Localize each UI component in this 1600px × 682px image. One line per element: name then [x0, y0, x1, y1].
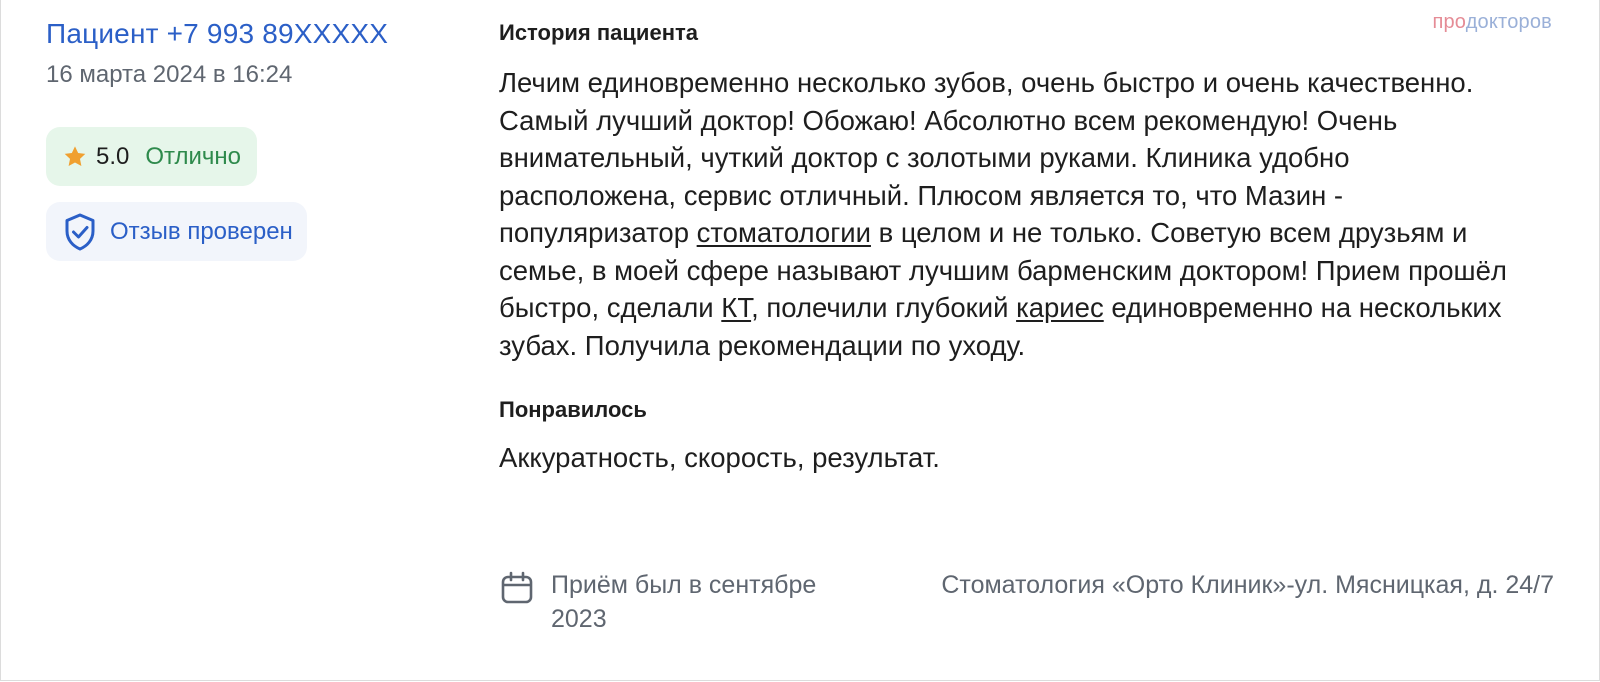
verified-label: Отзыв проверен — [110, 217, 293, 245]
visit-date: Приём был в сентябре 2023 — [499, 568, 851, 636]
liked-text: Аккуратность, скорость, результат. — [499, 442, 940, 473]
story-title: История пациента — [499, 20, 698, 45]
story-text: Лечим единовременно несколько зубов, оче… — [499, 64, 1529, 364]
author-name-link[interactable]: Пациент +7 993 89XXXXX — [46, 16, 388, 52]
review-date: 16 марта 2024 в 16:24 — [46, 61, 293, 88]
link-karies[interactable]: кариес — [1016, 292, 1104, 323]
verified-badge[interactable]: Отзыв проверен — [46, 202, 307, 261]
rating-label: Отлично — [145, 142, 242, 170]
review-card: Пациент +7 993 89XXXXX 16 марта 2024 в 1… — [0, 0, 1600, 681]
rating-badge: 5.0 Отлично — [46, 127, 258, 186]
liked-title: Понравилось — [499, 397, 647, 422]
clinic-address[interactable]: Стоматология «Орто Клиник»-ул. Мясницкая… — [934, 568, 1554, 602]
link-stomatologii[interactable]: стоматологии — [697, 217, 871, 248]
visit-text: Приём был в сентябре 2023 — [551, 571, 817, 633]
story-text-part: , полечили глубокий — [751, 292, 1017, 323]
link-kt[interactable]: КТ — [721, 292, 751, 323]
rating-score: 5.0 — [96, 142, 130, 170]
shield-check-icon — [65, 213, 95, 250]
calendar-icon — [501, 571, 533, 604]
star-icon — [64, 145, 86, 166]
review-author-column: Пациент +7 993 89XXXXX 16 марта 2024 в 1… — [46, 16, 446, 261]
review-meta: Приём был в сентябре 2023 Стоматология «… — [499, 568, 1554, 638]
review-content: История пациента Лечим единовременно нес… — [499, 20, 1554, 476]
